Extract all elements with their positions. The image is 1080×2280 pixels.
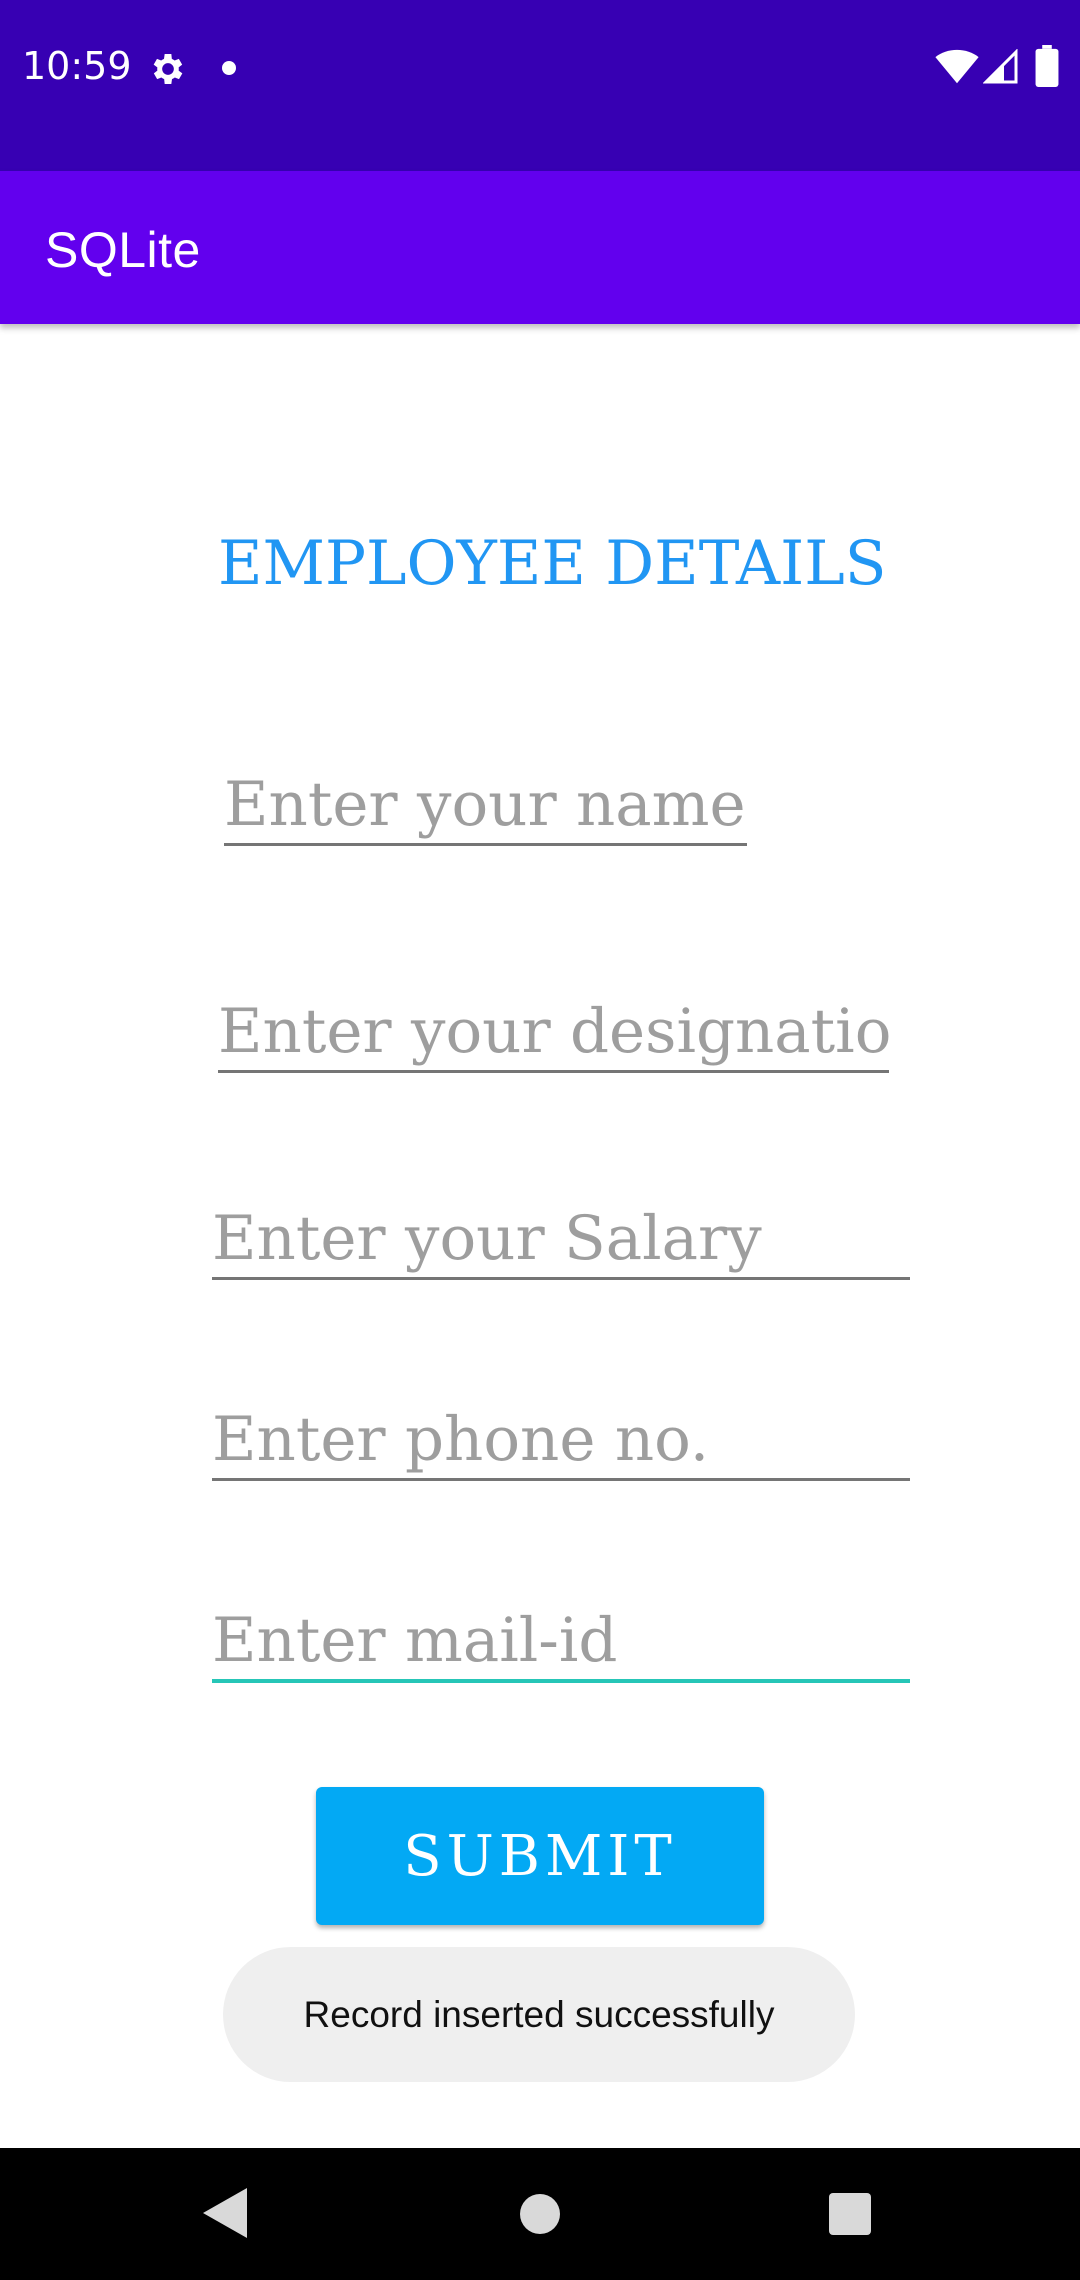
battery-icon: [1035, 45, 1059, 87]
form-heading: EMPLOYEE DETAILS: [218, 528, 887, 599]
app-bar: SQLite: [0, 171, 1080, 324]
phone-placeholder: Enter phone no.: [212, 1404, 710, 1475]
designation-input[interactable]: Enter your designation: [218, 993, 889, 1073]
navigation-bar: [0, 2148, 1080, 2280]
wifi-icon: [935, 49, 979, 84]
designation-placeholder: Enter your designation: [218, 996, 889, 1067]
status-time: 10:59: [22, 44, 132, 88]
mail-placeholder: Enter mail-id: [212, 1605, 618, 1676]
app-title: SQLite: [45, 222, 201, 278]
submit-button[interactable]: SUBMIT: [316, 1787, 764, 1925]
salary-placeholder: Enter your Salary: [212, 1203, 762, 1274]
home-icon[interactable]: [520, 2194, 560, 2234]
notification-dot-icon: [222, 61, 236, 75]
status-bar: 10:59: [0, 0, 1080, 171]
mail-input[interactable]: Enter mail-id: [212, 1603, 910, 1683]
name-input[interactable]: Enter your name: [224, 766, 747, 846]
toast-message: Record inserted successfully: [223, 1947, 855, 2082]
salary-input[interactable]: Enter your Salary: [212, 1200, 910, 1280]
cell-signal-icon: [983, 49, 1018, 84]
back-icon[interactable]: [203, 2188, 247, 2238]
recents-icon[interactable]: [829, 2193, 871, 2235]
gear-icon: [153, 54, 183, 84]
phone-input[interactable]: Enter phone no.: [212, 1401, 910, 1481]
name-placeholder: Enter your name: [224, 769, 746, 840]
